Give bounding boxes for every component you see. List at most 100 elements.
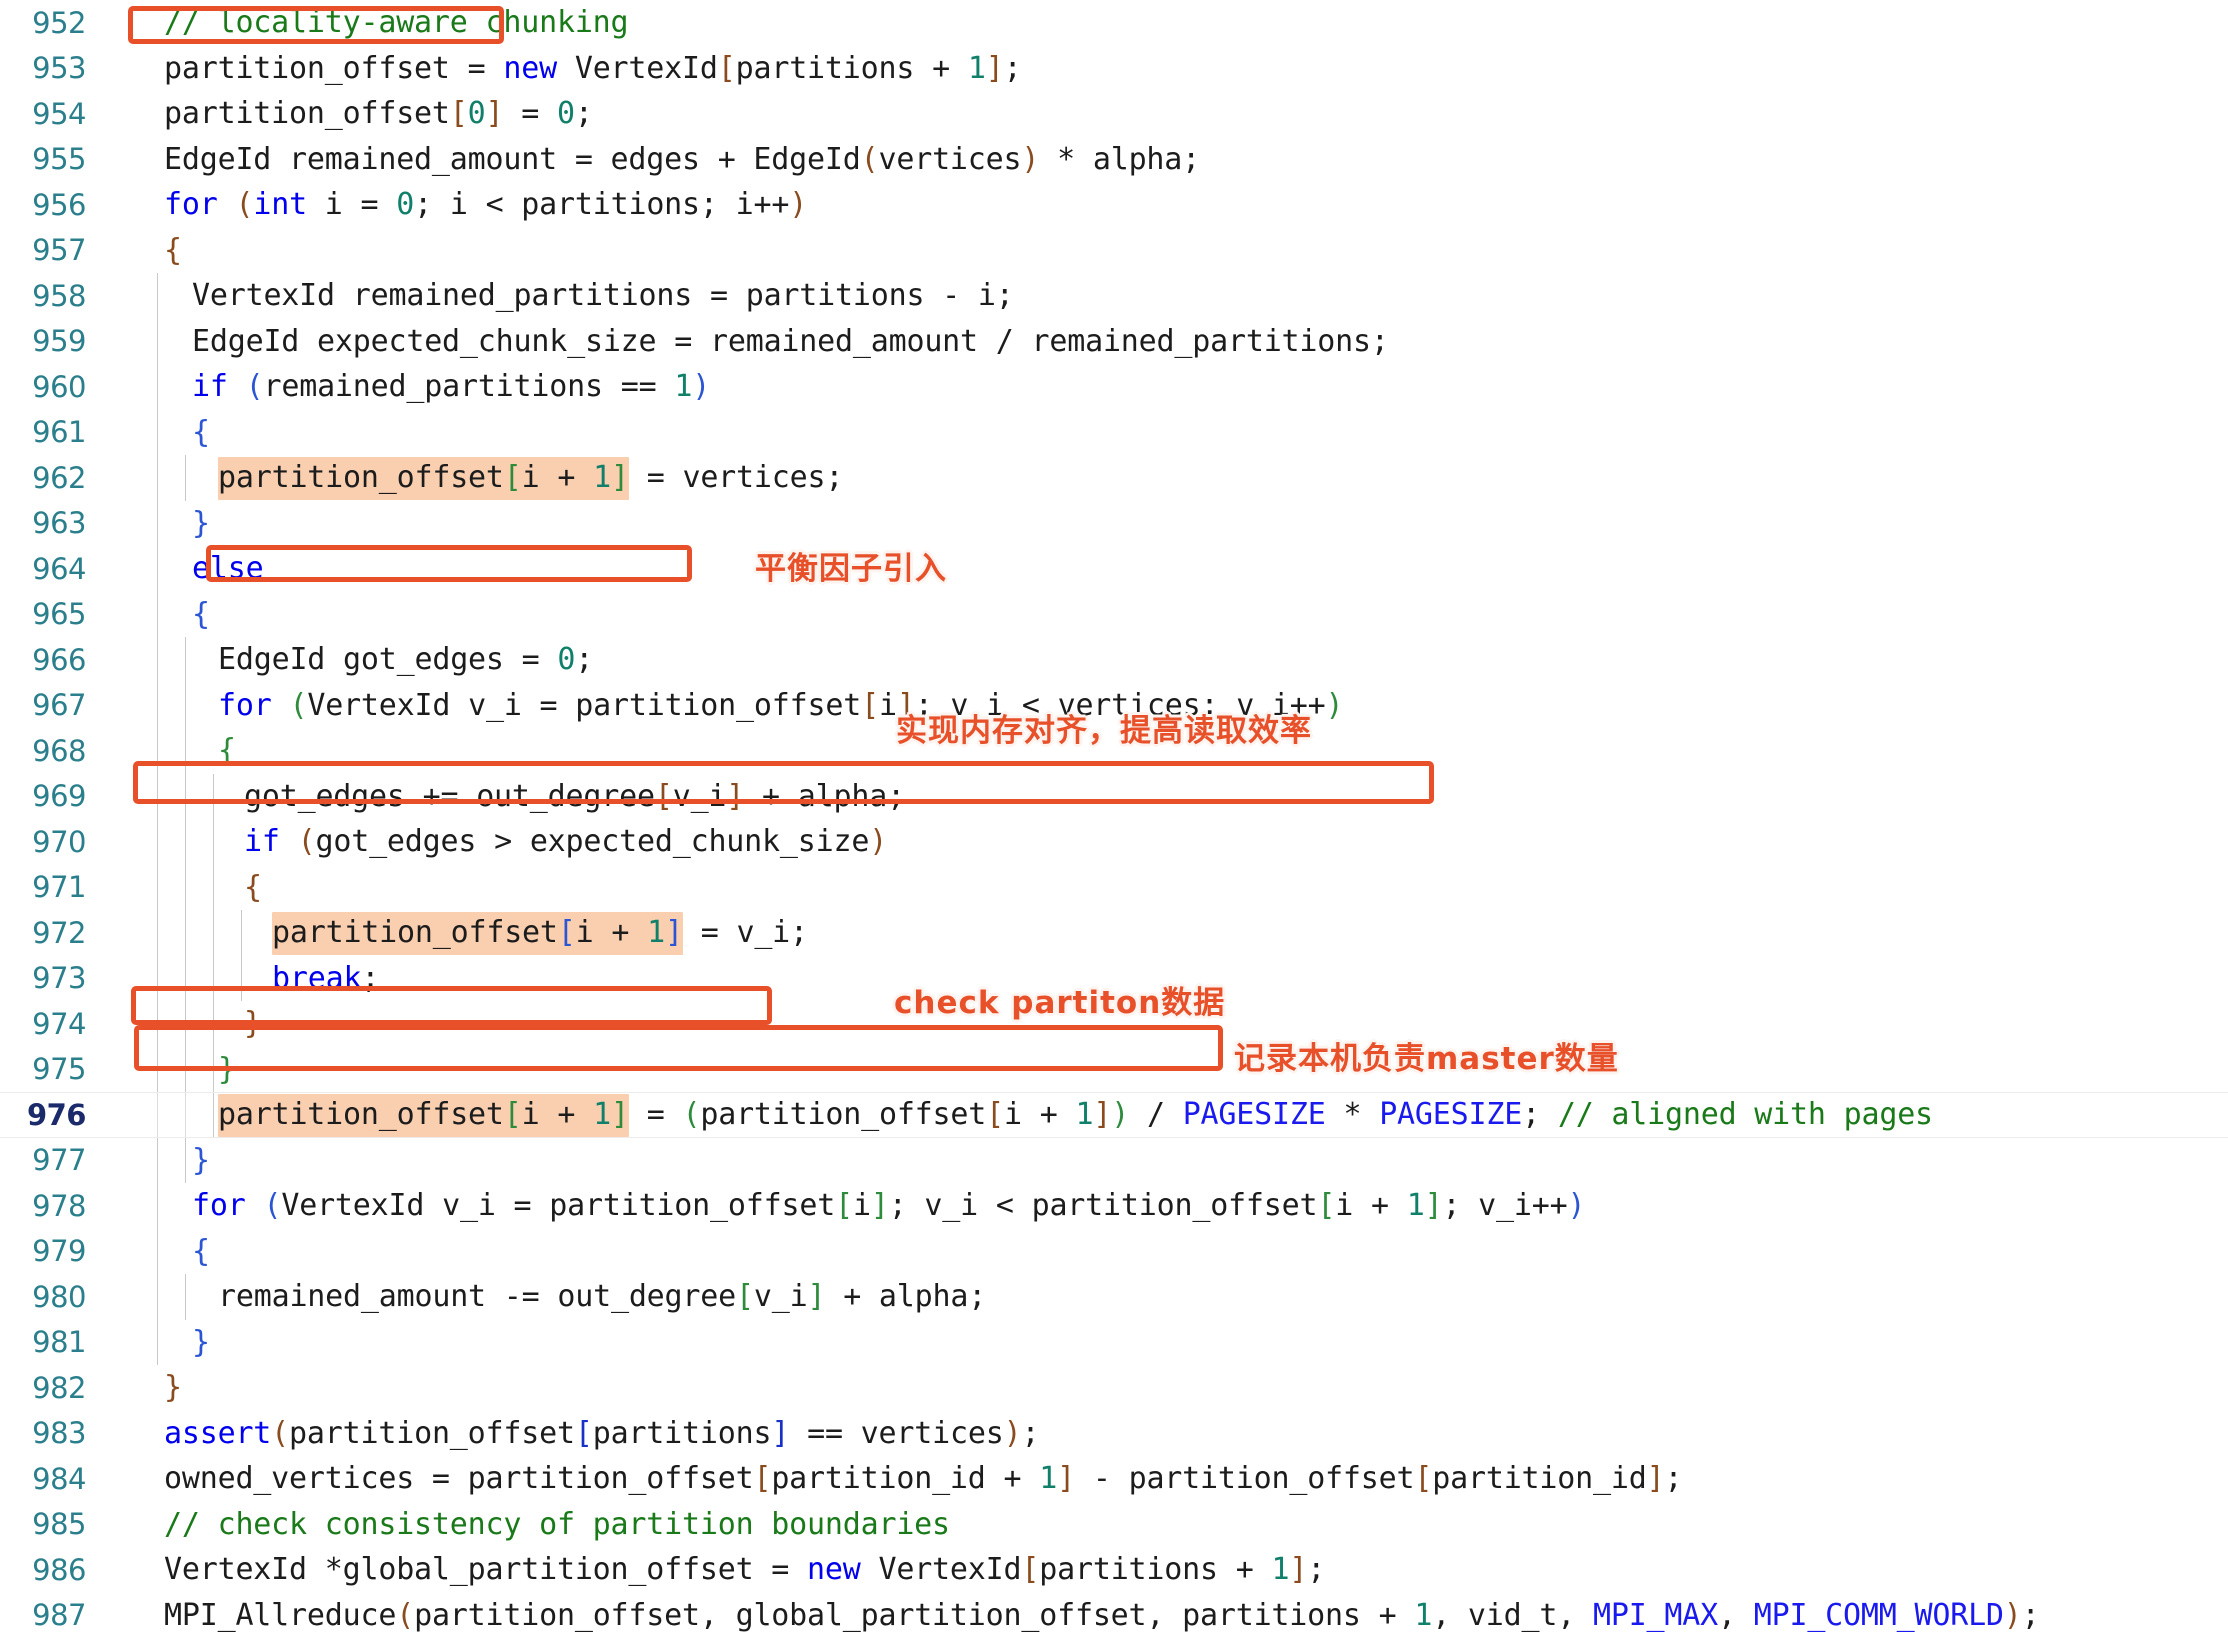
fold-gutter[interactable] bbox=[104, 1047, 130, 1093]
code-line-978[interactable]: 978 for (VertexId v_i = partition_offset… bbox=[0, 1183, 2228, 1229]
fold-gutter[interactable] bbox=[104, 1411, 130, 1457]
fold-gutter[interactable] bbox=[104, 410, 130, 456]
code-content-969[interactable]: got_edges += out_degree[v_i] + alpha; bbox=[130, 773, 2228, 819]
code-content-980[interactable]: remained_amount -= out_degree[v_i] + alp… bbox=[130, 1274, 2228, 1320]
code-content-985[interactable]: // check consistency of partition bounda… bbox=[130, 1502, 2228, 1548]
fold-gutter[interactable] bbox=[104, 819, 130, 865]
code-content-970[interactable]: if (got_edges > expected_chunk_size) bbox=[130, 819, 2228, 865]
fold-gutter[interactable] bbox=[104, 956, 130, 1002]
fold-gutter[interactable] bbox=[104, 1593, 130, 1638]
code-line-964[interactable]: 964 else bbox=[0, 546, 2228, 592]
code-line-955[interactable]: 955 EdgeId remained_amount = edges + Edg… bbox=[0, 137, 2228, 183]
fold-gutter[interactable] bbox=[104, 1138, 130, 1184]
code-content-960[interactable]: if (remained_partitions == 1) bbox=[130, 364, 2228, 410]
code-editor[interactable]: 952 // locality-aware chunking 953 parti… bbox=[0, 0, 2228, 1638]
code-content-984[interactable]: owned_vertices = partition_offset[partit… bbox=[130, 1456, 2228, 1502]
code-content-982[interactable]: } bbox=[130, 1365, 2228, 1411]
code-line-976[interactable]: 976 partition_offset[i + 1] = (partition… bbox=[0, 1092, 2228, 1138]
fold-gutter[interactable] bbox=[104, 1365, 130, 1411]
fold-gutter[interactable] bbox=[104, 637, 130, 683]
code-content-977[interactable]: } bbox=[130, 1137, 2228, 1183]
fold-gutter[interactable] bbox=[104, 1320, 130, 1366]
code-content-958[interactable]: VertexId remained_partitions = partition… bbox=[130, 273, 2228, 319]
code-content-962[interactable]: partition_offset[i + 1] = vertices; bbox=[130, 455, 2228, 501]
fold-gutter[interactable] bbox=[104, 182, 130, 228]
code-line-969[interactable]: 969 got_edges += out_degree[v_i] + alpha… bbox=[0, 773, 2228, 820]
code-content-957[interactable]: { bbox=[130, 228, 2228, 274]
code-content-983[interactable]: assert(partition_offset[partitions] == v… bbox=[130, 1411, 2228, 1457]
code-line-977[interactable]: 977 } bbox=[0, 1137, 2228, 1184]
code-line-970[interactable]: 970 if (got_edges > expected_chunk_size) bbox=[0, 819, 2228, 865]
fold-gutter[interactable] bbox=[104, 1456, 130, 1502]
code-line-954[interactable]: 954 partition_offset[0] = 0; bbox=[0, 91, 2228, 137]
fold-gutter[interactable] bbox=[104, 728, 130, 774]
code-line-981[interactable]: 981 } bbox=[0, 1319, 2228, 1366]
code-line-979[interactable]: 979 { bbox=[0, 1228, 2228, 1275]
code-line-965[interactable]: 965 { bbox=[0, 591, 2228, 638]
code-content-986[interactable]: VertexId *global_partition_offset = new … bbox=[130, 1547, 2228, 1593]
fold-gutter[interactable] bbox=[104, 137, 130, 183]
fold-gutter[interactable] bbox=[104, 91, 130, 137]
fold-gutter[interactable] bbox=[104, 865, 130, 911]
code-line-975[interactable]: 975 } bbox=[0, 1046, 2228, 1093]
code-content-956[interactable]: for (int i = 0; i < partitions; i++) bbox=[130, 182, 2228, 228]
code-content-978[interactable]: for (VertexId v_i = partition_offset[i];… bbox=[130, 1183, 2228, 1229]
fold-gutter[interactable] bbox=[104, 1093, 130, 1137]
code-line-983[interactable]: 983 assert(partition_offset[partitions] … bbox=[0, 1411, 2228, 1457]
code-line-962[interactable]: 962 partition_offset[i + 1] = vertices; bbox=[0, 455, 2228, 501]
code-line-959[interactable]: 959 EdgeId expected_chunk_size = remaine… bbox=[0, 318, 2228, 365]
fold-gutter[interactable] bbox=[104, 1547, 130, 1593]
fold-gutter[interactable] bbox=[104, 1183, 130, 1229]
code-line-952[interactable]: 952 // locality-aware chunking bbox=[0, 0, 2228, 46]
fold-gutter[interactable] bbox=[104, 0, 130, 46]
code-line-980[interactable]: 980 remained_amount -= out_degree[v_i] +… bbox=[0, 1274, 2228, 1320]
code-line-963[interactable]: 963 } bbox=[0, 500, 2228, 547]
fold-gutter[interactable] bbox=[104, 546, 130, 592]
fold-gutter[interactable] bbox=[104, 910, 130, 956]
code-line-986[interactable]: 986 VertexId *global_partition_offset = … bbox=[0, 1547, 2228, 1593]
fold-gutter[interactable] bbox=[104, 455, 130, 501]
code-line-971[interactable]: 971 { bbox=[0, 864, 2228, 911]
code-content-959[interactable]: EdgeId expected_chunk_size = remained_am… bbox=[130, 318, 2228, 364]
code-line-961[interactable]: 961 { bbox=[0, 409, 2228, 456]
code-content-966[interactable]: EdgeId got_edges = 0; bbox=[130, 637, 2228, 683]
code-content-953[interactable]: partition_offset = new VertexId[partitio… bbox=[130, 46, 2228, 92]
code-content-965[interactable]: { bbox=[130, 591, 2228, 637]
fold-gutter[interactable] bbox=[104, 319, 130, 365]
code-content-952[interactable]: // locality-aware chunking bbox=[130, 0, 2228, 46]
fold-gutter[interactable] bbox=[104, 364, 130, 410]
code-line-987[interactable]: 987 MPI_Allreduce(partition_offset, glob… bbox=[0, 1593, 2228, 1638]
code-content-987[interactable]: MPI_Allreduce(partition_offset, global_p… bbox=[130, 1593, 2228, 1638]
code-content-979[interactable]: { bbox=[130, 1228, 2228, 1274]
code-content-963[interactable]: } bbox=[130, 500, 2228, 546]
fold-gutter[interactable] bbox=[104, 1502, 130, 1548]
code-content-976[interactable]: partition_offset[i + 1] = (partition_off… bbox=[130, 1093, 2228, 1137]
code-content-961[interactable]: { bbox=[130, 409, 2228, 455]
fold-gutter[interactable] bbox=[104, 46, 130, 92]
code-line-953[interactable]: 953 partition_offset = new VertexId[part… bbox=[0, 46, 2228, 92]
code-content-972[interactable]: partition_offset[i + 1] = v_i; bbox=[130, 910, 2228, 956]
code-content-971[interactable]: { bbox=[130, 864, 2228, 910]
code-line-958[interactable]: 958 VertexId remained_partitions = parti… bbox=[0, 273, 2228, 319]
code-line-985[interactable]: 985 // check consistency of partition bo… bbox=[0, 1502, 2228, 1548]
code-line-966[interactable]: 966 EdgeId got_edges = 0; bbox=[0, 637, 2228, 683]
code-lines-container[interactable]: 952 // locality-aware chunking 953 parti… bbox=[0, 0, 2228, 1638]
fold-gutter[interactable] bbox=[104, 1229, 130, 1275]
code-content-954[interactable]: partition_offset[0] = 0; bbox=[130, 91, 2228, 137]
code-content-975[interactable]: } bbox=[130, 1046, 2228, 1092]
fold-gutter[interactable] bbox=[104, 774, 130, 820]
code-line-957[interactable]: 957 { bbox=[0, 228, 2228, 274]
fold-gutter[interactable] bbox=[104, 1274, 130, 1320]
code-line-960[interactable]: 960 if (remained_partitions == 1) bbox=[0, 364, 2228, 410]
code-content-981[interactable]: } bbox=[130, 1319, 2228, 1365]
code-line-984[interactable]: 984 owned_vertices = partition_offset[pa… bbox=[0, 1456, 2228, 1502]
fold-gutter[interactable] bbox=[104, 228, 130, 274]
code-line-956[interactable]: 956 for (int i = 0; i < partitions; i++) bbox=[0, 182, 2228, 228]
fold-gutter[interactable] bbox=[104, 683, 130, 729]
code-line-982[interactable]: 982 } bbox=[0, 1365, 2228, 1411]
code-line-972[interactable]: 972 partition_offset[i + 1] = v_i; bbox=[0, 910, 2228, 956]
fold-gutter[interactable] bbox=[104, 592, 130, 638]
fold-gutter[interactable] bbox=[104, 273, 130, 319]
fold-gutter[interactable] bbox=[104, 501, 130, 547]
code-content-964[interactable]: else bbox=[130, 546, 2228, 592]
